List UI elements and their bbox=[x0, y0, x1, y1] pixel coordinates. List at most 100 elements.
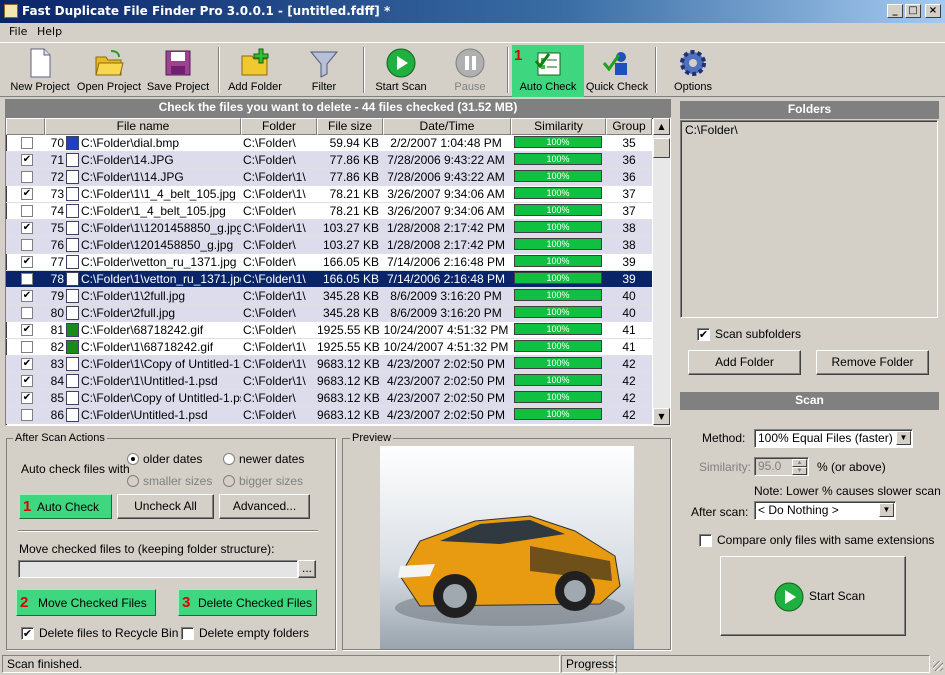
folder-item[interactable]: C:\Folder\ bbox=[685, 123, 738, 137]
row-checkbox[interactable] bbox=[21, 171, 33, 183]
scan-subfolders-checkbox[interactable]: ✔ bbox=[697, 328, 710, 341]
auto-check-toolbar-button[interactable]: 1 Auto Check bbox=[512, 45, 584, 97]
date-time-cell: 7/28/2006 9:43:22 AM bbox=[387, 170, 505, 184]
smaller-sizes-label[interactable]: smaller sizes bbox=[143, 474, 212, 488]
browse-button[interactable]: ... bbox=[298, 560, 316, 578]
new-project-button[interactable]: New Project bbox=[8, 45, 72, 97]
scroll-down-arrow[interactable]: ▼ bbox=[653, 408, 670, 425]
quick-check-button[interactable]: Quick Check bbox=[584, 45, 650, 97]
start-scan-toolbar-button[interactable]: Start Scan bbox=[370, 45, 432, 97]
row-checkbox[interactable] bbox=[21, 307, 33, 319]
table-row[interactable]: ✔ 71 C:\Folder\14.JPG C:\Folder\ 77.86 KB 7/2… bbox=[6, 152, 652, 169]
row-checkbox[interactable]: ✔ bbox=[21, 392, 33, 404]
row-checkbox[interactable] bbox=[21, 205, 33, 217]
row-checkbox[interactable]: ✔ bbox=[21, 290, 33, 302]
table-row[interactable]: ✔ 77 C:\Folder\vetton_ru_1371.jpg C:\Folder… bbox=[6, 254, 652, 271]
menu-help[interactable]: Help bbox=[37, 25, 62, 38]
row-checkbox[interactable]: ✔ bbox=[21, 358, 33, 370]
table-row[interactable]: 80 C:\Folder\2full.jpg C:\Folder\ 345.28 KB… bbox=[6, 305, 652, 322]
delete-empty-folders-label[interactable]: Delete empty folders bbox=[199, 626, 309, 640]
table-row[interactable]: 74 C:\Folder\1_4_belt_105.jpg C:\Folder\ 78… bbox=[6, 203, 652, 220]
compare-extensions-label[interactable]: Compare only files with same extensions bbox=[717, 533, 934, 547]
file-grid-scrollbar[interactable]: ▲ ▼ bbox=[653, 118, 670, 427]
column-header-folder[interactable]: Folder bbox=[241, 118, 317, 135]
table-row[interactable]: ✔ 84 C:\Folder\1\Untitled-1.psd C:\Folder\1… bbox=[6, 373, 652, 390]
method-label: Method: bbox=[702, 431, 746, 445]
bigger-sizes-label[interactable]: bigger sizes bbox=[239, 474, 303, 488]
scan-subfolders-label[interactable]: Scan subfolders bbox=[715, 327, 801, 341]
column-header-check[interactable] bbox=[6, 118, 45, 135]
start-scan-button[interactable]: Start Scan bbox=[720, 556, 906, 636]
column-header-similarity[interactable]: Similarity bbox=[511, 118, 606, 135]
minimize-button[interactable]: _ bbox=[887, 4, 903, 18]
remove-folder-button[interactable]: Remove Folder bbox=[816, 350, 929, 375]
table-row[interactable]: 76 C:\Folder\1201458850_g.jpg C:\Folder\ 10… bbox=[6, 237, 652, 254]
open-project-button[interactable]: Open Project bbox=[76, 45, 142, 97]
method-select[interactable]: 100% Equal Files (faster) ▼ bbox=[754, 429, 913, 448]
table-row[interactable]: 72 C:\Folder\1\14.JPG C:\Folder\1\ 77.86 KB… bbox=[6, 169, 652, 186]
table-row[interactable]: 86 C:\Folder\Untitled-1.psd C:\Folder\ 9683… bbox=[6, 407, 652, 424]
chevron-down-icon[interactable]: ▼ bbox=[879, 503, 894, 517]
table-row[interactable]: ✔ 79 C:\Folder\1\2full.jpg C:\Folder\1\ 345.… bbox=[6, 288, 652, 305]
auto-check-button[interactable]: 1 Auto Check bbox=[19, 494, 112, 519]
table-row[interactable]: ✔ 85 C:\Folder\Copy of Untitled-1.psd C:\Fo… bbox=[6, 390, 652, 407]
column-header-date-time[interactable]: Date/Time bbox=[383, 118, 511, 135]
row-checkbox[interactable]: ✔ bbox=[21, 222, 33, 234]
after-scan-select[interactable]: < Do Nothing > ▼ bbox=[754, 501, 896, 520]
scroll-up-arrow[interactable]: ▲ bbox=[653, 118, 670, 135]
smaller-sizes-radio[interactable] bbox=[127, 475, 139, 487]
column-header-group[interactable]: Group bbox=[606, 118, 652, 135]
table-row[interactable]: ✔ 81 C:\Folder\68718242.gif C:\Folder\ 1925.… bbox=[6, 322, 652, 339]
row-checkbox[interactable] bbox=[21, 273, 33, 285]
bigger-sizes-radio[interactable] bbox=[223, 475, 235, 487]
uncheck-all-button[interactable]: Uncheck All bbox=[117, 494, 214, 519]
row-checkbox[interactable]: ✔ bbox=[21, 256, 33, 268]
row-checkbox[interactable] bbox=[21, 137, 33, 149]
row-checkbox[interactable]: ✔ bbox=[21, 375, 33, 387]
delete-checked-files-button[interactable]: 3 Delete Checked Files bbox=[178, 589, 317, 616]
table-row[interactable]: ✔ 73 C:\Folder\1\1_4_belt_105.jpg C:\Folder… bbox=[6, 186, 652, 203]
add-folder-button[interactable]: Add Folder bbox=[224, 45, 286, 97]
close-button[interactable]: × bbox=[925, 4, 941, 18]
row-checkbox[interactable]: ✔ bbox=[21, 154, 33, 166]
column-header-file-name[interactable]: File name bbox=[45, 118, 241, 135]
move-path-input[interactable] bbox=[18, 560, 298, 578]
maximize-button[interactable]: □ bbox=[905, 4, 921, 18]
table-row[interactable]: ✔ 75 C:\Folder\1\1201458850_g.jpg C:\Folder… bbox=[6, 220, 652, 237]
spin-up-icon[interactable]: ▲ bbox=[792, 459, 807, 467]
row-checkbox[interactable]: ✔ bbox=[21, 324, 33, 336]
recycle-bin-label[interactable]: Delete files to Recycle Bin bbox=[39, 626, 178, 640]
compare-extensions-checkbox[interactable] bbox=[699, 534, 712, 547]
scroll-thumb[interactable] bbox=[653, 138, 670, 158]
options-button[interactable]: Options bbox=[662, 45, 724, 97]
move-checked-files-button[interactable]: 2 Move Checked Files bbox=[16, 589, 156, 616]
filter-button[interactable]: Filter bbox=[292, 45, 356, 97]
newer-dates-radio[interactable] bbox=[223, 453, 235, 465]
similarity-input[interactable]: 95.0 ▲ ▼ bbox=[754, 457, 809, 476]
column-header-file-size[interactable]: File size bbox=[317, 118, 383, 135]
delete-empty-folders-checkbox[interactable] bbox=[181, 627, 194, 640]
pause-button[interactable]: Pause bbox=[440, 45, 500, 97]
table-row[interactable]: 78 C:\Folder\1\vetton_ru_1371.jpg C:\Folde… bbox=[6, 271, 652, 288]
size-grip[interactable] bbox=[933, 661, 943, 671]
title-bar[interactable]: Fast Duplicate File Finder Pro 3.0.0.1 -… bbox=[0, 0, 945, 23]
row-checkbox[interactable] bbox=[21, 239, 33, 251]
file-grid[interactable]: File name Folder File size Date/Time Sim… bbox=[5, 117, 671, 427]
row-checkbox[interactable] bbox=[21, 409, 33, 421]
spin-down-icon[interactable]: ▼ bbox=[792, 467, 807, 475]
table-row[interactable]: 82 C:\Folder\1\68718242.gif C:\Folder\1\ 19… bbox=[6, 339, 652, 356]
advanced-button[interactable]: Advanced... bbox=[219, 494, 310, 519]
recycle-bin-checkbox[interactable]: ✔ bbox=[21, 627, 34, 640]
chevron-down-icon[interactable]: ▼ bbox=[896, 431, 911, 445]
folders-list[interactable]: C:\Folder\ bbox=[680, 120, 938, 318]
row-checkbox[interactable] bbox=[21, 341, 33, 353]
table-row[interactable]: ✔ 83 C:\Folder\1\Copy of Untitled-1.psdC:\… bbox=[6, 356, 652, 373]
older-dates-label[interactable]: older dates bbox=[143, 452, 202, 466]
row-checkbox[interactable]: ✔ bbox=[21, 188, 33, 200]
menu-file[interactable]: File bbox=[9, 25, 27, 38]
older-dates-radio[interactable] bbox=[127, 453, 139, 465]
save-project-button[interactable]: Save Project bbox=[145, 45, 211, 97]
add-folder-button[interactable]: Add Folder bbox=[688, 350, 801, 375]
table-row[interactable]: 70 C:\Folder\dial.bmp C:\Folder\ 59.94 KB 2/… bbox=[6, 135, 652, 152]
newer-dates-label[interactable]: newer dates bbox=[239, 452, 304, 466]
